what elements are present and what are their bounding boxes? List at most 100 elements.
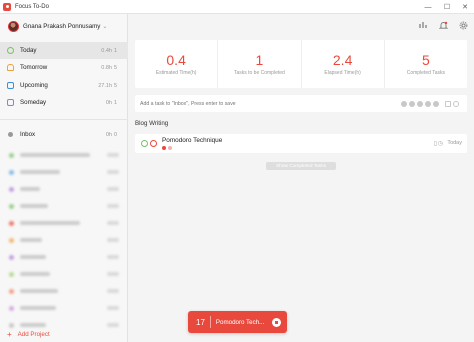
- sidebar-item-time: 0h: [105, 131, 112, 138]
- note-icon[interactable]: ▯: [434, 140, 437, 147]
- project-count-redacted: [107, 289, 119, 293]
- sidebar-item-count: 1: [114, 99, 118, 106]
- stat-value: 0.4: [166, 52, 186, 68]
- timer-task-name: Pomodoro Tech...: [215, 318, 265, 326]
- user-menu[interactable]: Gnana Prakash Ponnusamy ⌄: [0, 14, 128, 38]
- project-item[interactable]: [9, 218, 119, 228]
- project-count-redacted: [107, 238, 119, 242]
- stat-label: Completed Tasks: [406, 70, 445, 76]
- sidebar-item-count: 1: [114, 47, 118, 54]
- schedule-icon[interactable]: ◷: [438, 140, 443, 147]
- project-item[interactable]: [9, 252, 119, 262]
- sidebar-item-label: Inbox: [20, 131, 36, 138]
- title-bar: Focus To-Do — ☐ ✕: [0, 0, 474, 14]
- stats-panel: 0.4 Estimated Time(h) 1 Tasks to be Comp…: [135, 40, 467, 88]
- project-color-dot: [9, 152, 14, 158]
- pomodoro-estimate-icon[interactable]: [425, 100, 431, 107]
- project-name-redacted: [20, 187, 40, 191]
- sidebar-item-time: 0h: [105, 99, 112, 106]
- timer-minutes: 17: [196, 317, 205, 327]
- due-date-icon[interactable]: [445, 100, 451, 107]
- project-color-dot: [9, 203, 14, 209]
- sidebar-item-someday[interactable]: Someday 0h 1: [0, 94, 128, 111]
- project-item[interactable]: [9, 150, 119, 160]
- app-title: Focus To-Do: [15, 3, 49, 10]
- sidebar-item-tomorrow[interactable]: Tomorrow 0.8h 5: [0, 59, 128, 76]
- project-item[interactable]: [9, 167, 119, 177]
- avatar: [8, 20, 19, 32]
- sidebar: Gnana Prakash Ponnusamy ⌄ Today 0.4h 1 T…: [0, 14, 128, 342]
- project-name-redacted: [20, 170, 60, 174]
- project-name-redacted: [20, 238, 42, 242]
- sidebar-item-count: 5: [114, 64, 118, 71]
- project-item[interactable]: [9, 201, 119, 211]
- project-color-dot: [9, 169, 14, 175]
- sidebar-divider: [0, 119, 128, 120]
- sidebar-item-time: 27.1h: [98, 82, 112, 89]
- stop-timer-icon[interactable]: [272, 317, 281, 327]
- pomodoro-estimate-icon[interactable]: [433, 100, 439, 107]
- sidebar-item-label: Today: [20, 47, 37, 54]
- project-count-redacted: [107, 204, 119, 208]
- estimate-pomodoro-selector: [401, 100, 459, 107]
- section-title: Blog Writing: [135, 120, 169, 127]
- project-item[interactable]: [9, 303, 119, 313]
- project-item[interactable]: [9, 269, 119, 279]
- main-panel: 0.4 Estimated Time(h) 1 Tasks to be Comp…: [129, 14, 474, 342]
- close-window-button[interactable]: ✕: [457, 0, 473, 14]
- stat-completed-tasks: 5 Completed Tasks: [385, 40, 467, 88]
- project-name-redacted: [20, 306, 56, 310]
- timer-separator: [209, 316, 211, 328]
- settings-gear-icon[interactable]: [458, 20, 468, 30]
- project-color-dot: [9, 237, 14, 243]
- add-task-input[interactable]: [140, 100, 340, 107]
- notification-bell-icon[interactable]: [438, 20, 448, 30]
- project-count-redacted: [107, 153, 119, 157]
- stat-value: 5: [421, 52, 430, 68]
- stat-tasks-to-complete: 1 Tasks to be Completed: [218, 40, 302, 88]
- project-color-dot: [9, 271, 14, 277]
- project-name-redacted: [20, 204, 48, 208]
- maximize-button[interactable]: ☐: [439, 0, 455, 14]
- project-item[interactable]: [9, 286, 119, 296]
- add-project-label: Add Project: [17, 330, 50, 338]
- pomodoro-estimate-icon[interactable]: [409, 100, 415, 107]
- sidebar-item-count: 0: [114, 131, 118, 138]
- pomodoro-estimate-icon[interactable]: [401, 100, 407, 107]
- add-project-button[interactable]: + Add Project: [0, 326, 128, 342]
- task-row[interactable]: Pomodoro Technique ▯ ◷ Today: [135, 134, 467, 153]
- project-count-redacted: [107, 255, 119, 259]
- app-logo-icon: [3, 2, 11, 11]
- toolbar: [418, 20, 468, 30]
- statistics-icon[interactable]: [418, 20, 428, 30]
- start-timer-icon[interactable]: [150, 140, 157, 147]
- minimize-button[interactable]: —: [420, 0, 436, 14]
- project-item[interactable]: [9, 235, 119, 245]
- sidebar-item-today[interactable]: Today 0.4h 1: [0, 42, 128, 59]
- pomodoro-estimate-icon[interactable]: [417, 100, 423, 107]
- stat-elapsed-time: 2.4 Elapsed Time(h): [302, 40, 385, 88]
- project-item[interactable]: [9, 184, 119, 194]
- complete-checkbox[interactable]: [141, 140, 148, 147]
- project-count-redacted: [107, 221, 119, 225]
- stat-label: Tasks to be Completed: [233, 70, 285, 76]
- pomodoro-timer-bar[interactable]: 17 Pomodoro Tech...: [188, 311, 287, 333]
- project-color-dot: [9, 254, 14, 260]
- project-color-dot: [9, 220, 14, 226]
- project-count-redacted: [107, 187, 119, 191]
- priority-icon[interactable]: [453, 100, 459, 107]
- sidebar-item-inbox[interactable]: Inbox 0h 0: [0, 126, 128, 143]
- project-name-redacted: [20, 255, 46, 259]
- project-color-dot: [9, 288, 14, 294]
- add-task-bar: [135, 95, 467, 112]
- sidebar-item-upcoming[interactable]: Upcoming 27.1h 5: [0, 77, 128, 94]
- inbox-dot-icon: [8, 132, 13, 137]
- calendar-icon: [7, 82, 14, 89]
- show-completed-button[interactable]: Show Completed Tasks: [266, 162, 336, 170]
- user-name: Gnana Prakash Ponnusamy: [23, 22, 101, 30]
- project-count-redacted: [107, 306, 119, 310]
- project-name-redacted: [20, 153, 90, 157]
- project-name-redacted: [20, 272, 50, 276]
- task-name: Pomodoro Technique: [162, 137, 223, 144]
- plus-icon: +: [7, 329, 12, 339]
